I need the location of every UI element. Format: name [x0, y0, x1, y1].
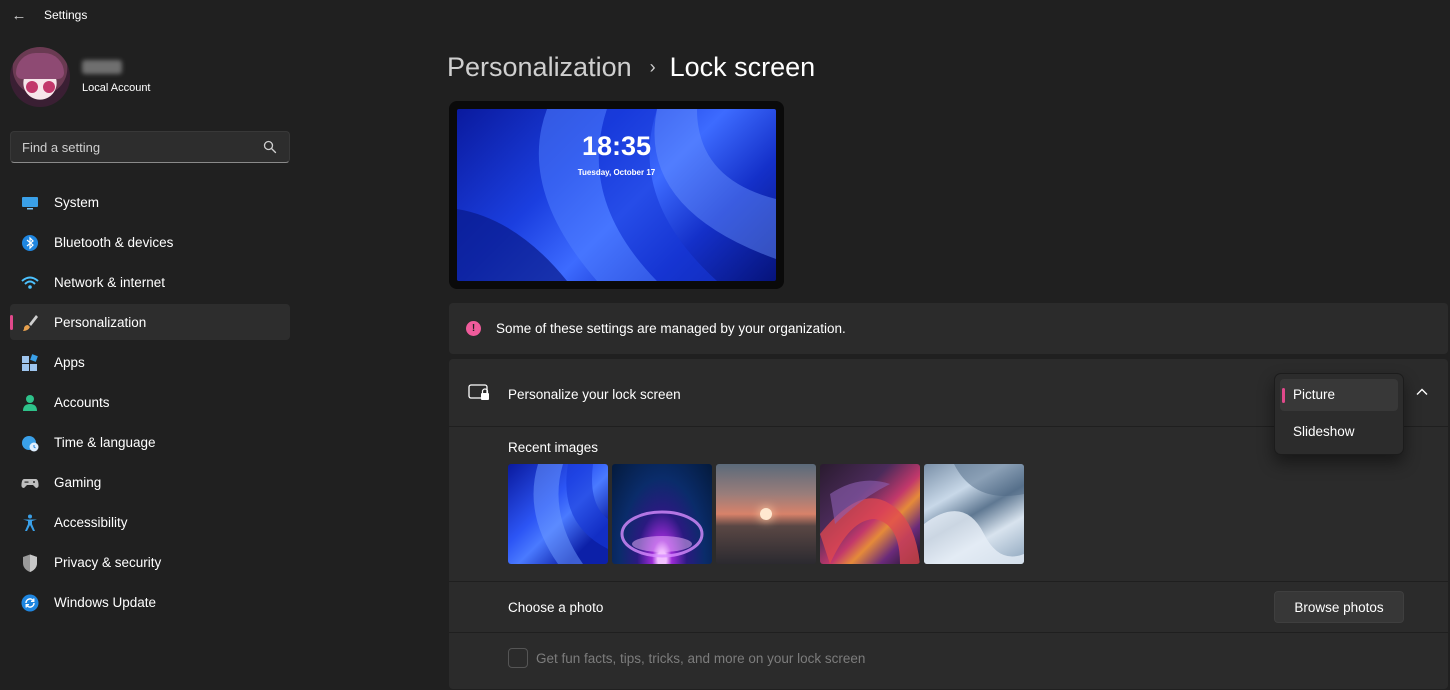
lock-screen-type-dropdown: Picture Slideshow: [1274, 373, 1404, 455]
fun-facts-label: Get fun facts, tips, tricks, and more on…: [536, 650, 866, 666]
sidebar-item-windows-update[interactable]: Windows Update: [10, 584, 290, 620]
recent-images-list: [508, 464, 1024, 564]
sidebar-item-privacy-security[interactable]: Privacy & security: [10, 544, 290, 580]
system-icon: [22, 197, 38, 210]
personalize-lock-screen-title: Personalize your lock screen: [508, 387, 681, 402]
sidebar-item-apps[interactable]: Apps: [10, 344, 290, 380]
search-placeholder: Find a setting: [22, 140, 101, 155]
back-arrow-icon: ←: [11, 6, 27, 24]
preview-wallpaper: 18:35 Tuesday, October 17: [457, 109, 776, 281]
managed-info-bar: ! Some of these settings are managed by …: [449, 303, 1448, 354]
user-profile[interactable]: Local Account: [10, 47, 290, 109]
page-title: Lock screen: [669, 51, 816, 82]
apps-icon: [22, 354, 38, 371]
info-message: Some of these settings are managed by yo…: [496, 321, 846, 336]
profile-account-type: Local Account: [82, 82, 151, 94]
breadcrumb: Personalization › Lock screen: [447, 49, 815, 85]
shield-icon: [23, 554, 37, 572]
recent-image-thumbnail[interactable]: [820, 464, 920, 564]
globe-clock-icon: [22, 436, 39, 452]
profile-name-blurred: [82, 60, 122, 74]
back-button[interactable]: ←: [8, 4, 30, 26]
preview-clock: 18:35: [581, 131, 652, 161]
recent-image-thumbnail[interactable]: [508, 464, 608, 564]
gamepad-icon: [21, 479, 39, 488]
sidebar-item-system[interactable]: System: [10, 184, 290, 220]
search-input[interactable]: Find a setting: [10, 131, 290, 163]
recent-image-thumbnail[interactable]: [612, 464, 712, 564]
dropdown-option-picture[interactable]: Picture: [1280, 379, 1398, 411]
sidebar-item-personalization[interactable]: Personalization: [10, 304, 290, 340]
sidebar-item-network[interactable]: Network & internet: [10, 264, 290, 300]
recent-image-thumbnail[interactable]: [716, 464, 816, 564]
sidebar-nav: System Bluetooth & devices Network & int…: [10, 184, 290, 624]
lock-screen-icon: [468, 384, 489, 400]
browse-photos-button[interactable]: Browse photos: [1274, 591, 1404, 623]
sidebar-item-time-language[interactable]: Time & language: [10, 424, 290, 460]
lock-screen-preview: 18:35 Tuesday, October 17: [449, 101, 784, 289]
accessibility-icon: [23, 514, 37, 531]
brush-icon: [23, 315, 38, 331]
wifi-icon: [21, 276, 39, 289]
breadcrumb-parent[interactable]: Personalization: [447, 52, 632, 83]
search-icon[interactable]: [263, 140, 277, 154]
accounts-icon: [23, 395, 37, 411]
preview-date: Tuesday, October 17: [577, 168, 656, 177]
divider: [449, 632, 1448, 633]
divider: [449, 581, 1448, 582]
sidebar-item-bluetooth[interactable]: Bluetooth & devices: [10, 224, 290, 260]
fun-facts-option[interactable]: Get fun facts, tips, tricks, and more on…: [508, 648, 865, 668]
sidebar-item-accessibility[interactable]: Accessibility: [10, 504, 290, 540]
title-bar: ← Settings: [0, 0, 1450, 30]
recent-images-label: Recent images: [508, 440, 599, 455]
chevron-up-icon[interactable]: [1415, 385, 1429, 399]
avatar: [10, 47, 70, 107]
update-icon: [21, 594, 39, 612]
fun-facts-checkbox[interactable]: [508, 648, 528, 668]
chevron-right-icon: ›: [649, 56, 656, 77]
sidebar-item-accounts[interactable]: Accounts: [10, 384, 290, 420]
bluetooth-icon: [22, 235, 38, 251]
dropdown-option-slideshow[interactable]: Slideshow: [1280, 416, 1398, 448]
choose-photo-label: Choose a photo: [508, 600, 604, 615]
app-title: Settings: [44, 8, 88, 22]
recent-image-thumbnail[interactable]: [924, 464, 1024, 564]
sidebar-item-gaming[interactable]: Gaming: [10, 464, 290, 500]
info-icon: !: [466, 321, 481, 336]
